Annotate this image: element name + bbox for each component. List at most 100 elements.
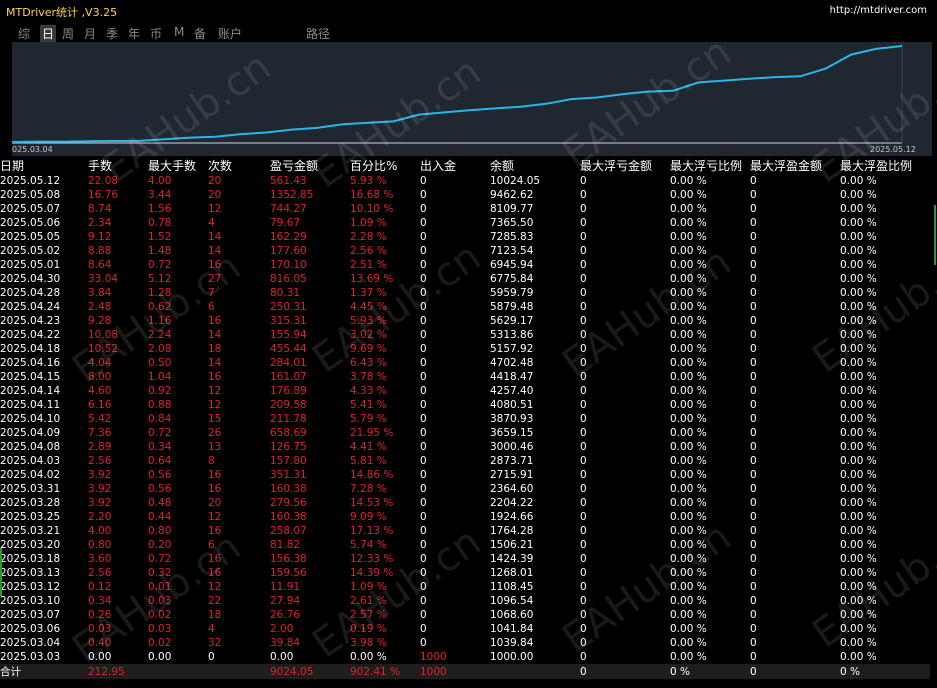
table-cell: 2.56 % [350,245,387,257]
table-cell: 2364.60 [490,483,534,495]
table-row[interactable]: 2025.04.10 5.42 0.84 15 211.78 5.79 % 0 3870.93… [0,412,930,426]
table-row[interactable]: 2025.04.08 2.89 0.34 13 126.75 4.41 % 0 3000.46… [0,440,930,454]
table-row[interactable]: 2025.03.12 0.12 0.01 12 11.91 1.09 % 0 1108.45 0… [0,580,930,594]
table-cell: 0 [580,231,587,243]
table-cell: 0 [420,343,427,355]
table-row[interactable]: 2025.03.10 0.34 0.03 22 27.94 2.61 % 0 1096.54 0… [0,594,930,608]
table-cell: 1.28 [148,287,172,299]
table-cell: 16.76 [88,189,119,201]
table-cell: 2025.04.18 [0,343,61,355]
tab-1[interactable]: 日 [40,25,57,42]
table-cell: 351.31 [270,469,307,481]
table-cell: 0.03 [148,623,172,635]
table-row[interactable]: 2025.03.28 3.92 0.48 20 279.56 14.53 % 0 2204.2… [0,496,930,510]
tab-3[interactable]: 月 [84,25,96,42]
table-row[interactable]: 2025.05.05 9.12 1.52 14 162.29 2.28 % 0 7285.83… [0,230,930,244]
column-header-9[interactable]: 最大浮亏比例 [670,158,750,174]
table-cell: 2025.04.03 [0,455,61,467]
scroll-indicator[interactable] [0,548,2,596]
table-cell: 2.24 [148,329,172,341]
table-cell: 0.56 [148,469,172,481]
tab-5[interactable]: 年 [128,25,140,42]
table-row[interactable]: 2025.03.13 2.56 0.32 16 159.56 14.39 % 0 1268.0… [0,566,930,580]
table-row[interactable]: 2025.04.03 2.56 0.64 8 157.80 5.81 % 0 2873.71 0… [0,454,930,468]
table-row[interactable]: 2025.04.28 3.84 1.28 7 80.31 1.37 % 0 5959.79 0 0… [0,286,930,300]
table-row[interactable]: 2025.03.21 4.00 0.80 16 258.07 17.13 % 0 1764.2… [0,524,930,538]
table-row[interactable]: 2025.05.01 8.64 0.72 16 170.10 2.51 % 0 6945.94… [0,258,930,272]
table-row[interactable]: 2025.04.02 3.92 0.56 16 351.31 14.86 % 0 2715.9… [0,468,930,482]
tab-7[interactable]: M [174,25,184,39]
table-cell: 16 [208,469,222,481]
table-cell: 0 [580,315,587,327]
tab-0[interactable]: 综 [18,25,30,42]
table-row[interactable]: 2025.03.04 0.40 0.02 32 39.84 3.98 % 0 1039.84 0… [0,636,930,650]
table-row[interactable]: 2025.03.07 0.26 0.02 18 26.76 2.57 % 0 1068.60 0… [0,608,930,622]
column-header-3[interactable]: 次数 [208,158,270,174]
table-row[interactable]: 2025.04.22 10.08 2.24 14 155.94 3.02 % 0 5313.8… [0,328,930,342]
table-row[interactable]: 2025.04.18 10.52 2.08 18 455.44 9.69 % 0 5157.9… [0,342,930,356]
table-row[interactable]: 2025.04.23 9.28 1.16 16 315.31 5.93 % 0 5629.17… [0,314,930,328]
table-row[interactable]: 2025.03.25 2.20 0.44 12 160.38 9.09 % 0 1924.66… [0,510,930,524]
table-cell: 0.00 % [350,651,387,663]
table-row[interactable]: 2025.04.30 33.04 5.12 27 816.05 13.69 % 0 6775.… [0,272,930,286]
table-row[interactable]: 2025.05.06 2.34 0.78 4 79.67 1.09 % 0 7365.50 0 0… [0,216,930,230]
table-row[interactable]: 2025.04.15 8.00 1.04 16 161.07 3.78 % 0 4418.47… [0,370,930,384]
table-cell: 2025.04.30 [0,273,61,285]
table-row[interactable]: 2025.03.03 0.00 0.00 0 0.00 0.00 % 1000 1000.00… [0,650,930,664]
table-cell: 12.33 % [350,553,394,565]
column-header-5[interactable]: 百分比% [350,158,420,174]
table-cell: 0.00 % [670,245,707,257]
table-row[interactable]: 2025.04.14 4.60 0.92 12 176.89 4.33 % 0 4257.40… [0,384,930,398]
table-cell: 0 [750,483,757,495]
table-row[interactable]: 2025.03.18 3.60 0.72 16 156.38 12.33 % 0 1424.3… [0,552,930,566]
daily-stats-table: 日期 手数 最大手数 次数 盈亏金额 百分比% 出入金 余额 最大浮亏金额 最大浮亏比例 最大浮盈金… [0,158,930,679]
table-cell: 0 [750,581,757,593]
table-row[interactable]: 2025.05.12 22.08 4.00 20 561.43 5.93 % 0 10024.… [0,174,930,188]
tab-6[interactable]: 币 [150,25,162,42]
website-link[interactable]: http://mtdriver.com [830,5,927,16]
table-cell: 0 [420,441,427,453]
column-header-10[interactable]: 最大浮盈金额 [750,158,840,174]
table-cell: 2025.03.25 [0,511,61,523]
table-cell: 4 [208,623,215,635]
table-row[interactable]: 2025.03.06 0.03 0.03 4 2.00 0.19 % 0 1041.84 0 0.… [0,622,930,636]
table-cell: 2.08 [148,343,172,355]
table-cell: 0 [750,413,757,425]
table-row[interactable]: 2025.05.08 16.76 3.44 20 1352.85 16.68 % 0 9462… [0,188,930,202]
table-cell: 0 [580,175,587,187]
table-cell: 2715.91 [490,469,534,481]
column-header-7[interactable]: 余额 [490,158,580,174]
column-header-0[interactable]: 日期 [0,158,88,174]
column-header-1[interactable]: 手数 [88,158,148,174]
column-header-2[interactable]: 最大手数 [148,158,208,174]
column-header-11[interactable]: 最大浮盈比例 [840,158,930,174]
column-header-8[interactable]: 最大浮亏金额 [580,158,670,174]
tab-8[interactable]: 备 [194,25,206,42]
table-row[interactable]: 2025.04.24 2.48 0.62 6 250.31 4.45 % 0 5879.48 0… [0,300,930,314]
tab-2[interactable]: 周 [62,25,74,42]
tab-9[interactable]: 账户 [218,25,242,42]
table-cell: 5.81 % [350,455,387,467]
table-cell: 0 [580,539,587,551]
table-row[interactable]: 2025.04.16 4.04 0.50 14 284.01 6.43 % 0 4702.48… [0,356,930,370]
table-cell: 1039.84 [490,637,534,649]
table-cell: 0.00 % [670,539,707,551]
column-header-4[interactable]: 盈亏金额 [270,158,350,174]
tab-4[interactable]: 季 [106,25,118,42]
table-row[interactable]: 2025.03.31 3.92 0.56 16 160.38 7.28 % 0 2364.60… [0,482,930,496]
table-row[interactable]: 2025.03.20 0.80 0.20 6 81.82 5.74 % 0 1506.21 0 0… [0,538,930,552]
table-row[interactable]: 2025.05.07 8.74 1.56 12 744.27 10.10 % 0 8109.7… [0,202,930,216]
table-cell: 7.28 % [350,483,387,495]
table-row[interactable]: 2025.05.02 8.88 1.48 14 177.60 2.56 % 0 7123.54… [0,244,930,258]
table-row[interactable]: 2025.04.11 6.16 0.88 12 209.58 5.41 % 0 4080.51… [0,398,930,412]
table-cell: 14 [208,329,222,341]
table-row[interactable]: 2025.04.09 7.36 0.72 26 658.69 21.95 % 0 3659.1… [0,426,930,440]
column-header-6[interactable]: 出入金 [420,158,490,174]
table-cell: 8.00 [88,371,112,383]
table-cell: 0.00 % [670,567,707,579]
tab-10[interactable]: 路径 [306,25,330,42]
table-cell: 18 [208,343,222,355]
table-cell: 3.84 [88,287,112,299]
table-cell: 0 [750,567,757,579]
table-cell: 0.00 % [670,595,707,607]
